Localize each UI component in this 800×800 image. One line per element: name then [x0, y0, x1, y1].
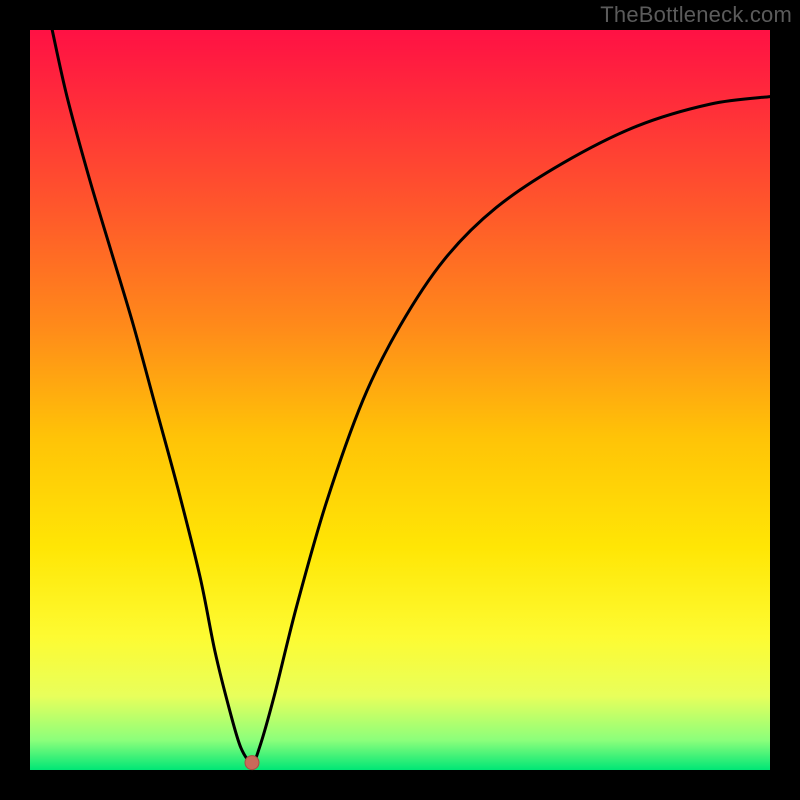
chart-frame: TheBottleneck.com: [0, 0, 800, 800]
plot-area: [30, 30, 770, 770]
min-marker: [245, 756, 259, 770]
chart-svg: [30, 30, 770, 770]
watermark-text: TheBottleneck.com: [600, 2, 792, 28]
gradient-background: [30, 30, 770, 770]
